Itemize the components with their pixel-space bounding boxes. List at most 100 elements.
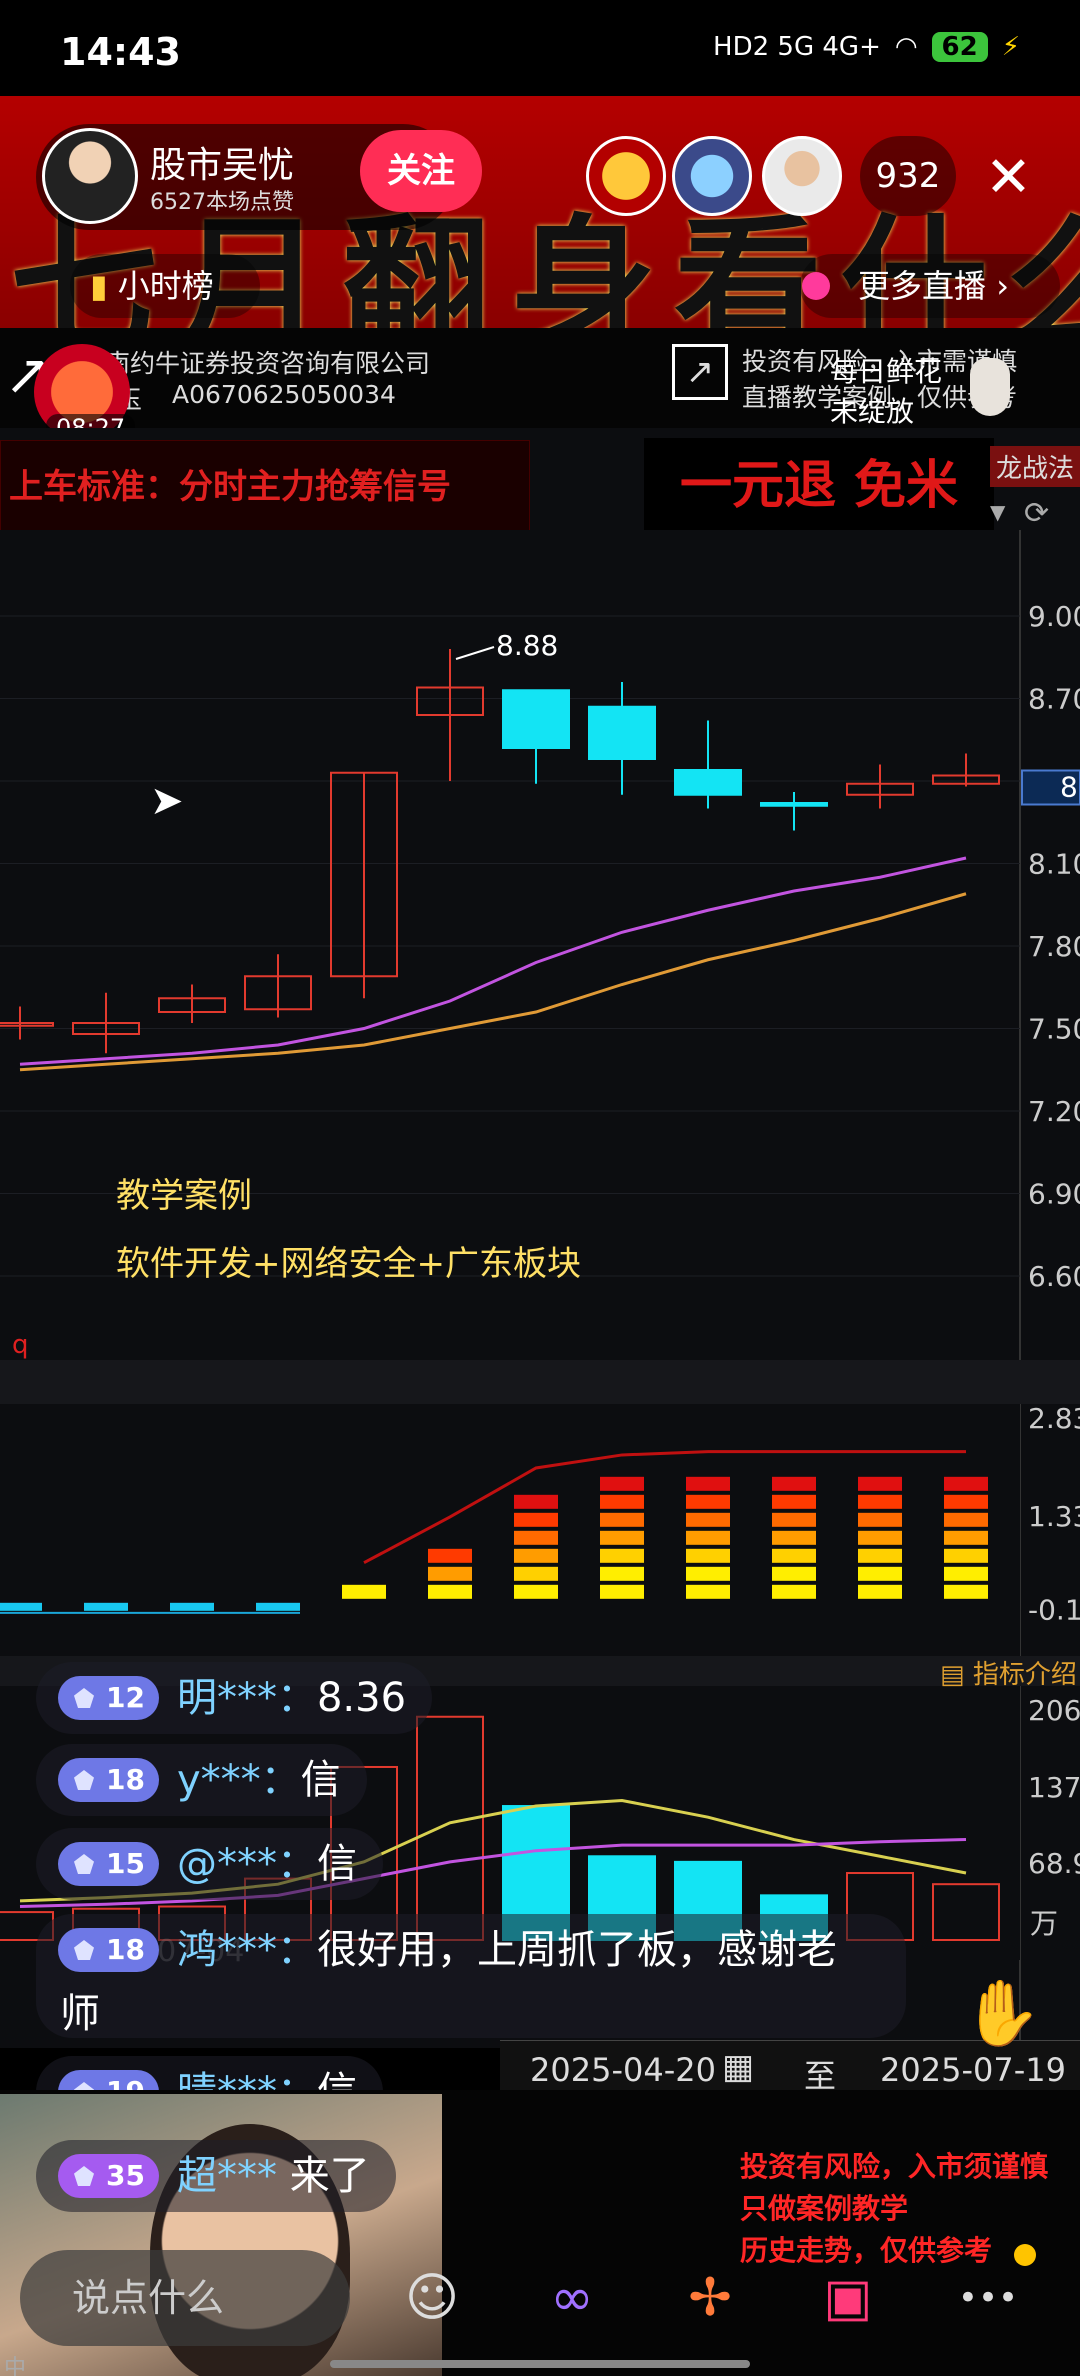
bottom-left-label: 中 [4, 2356, 27, 2376]
status-time: 14:43 [60, 30, 181, 74]
indicator-bar [858, 1512, 902, 1527]
dropdown-icon[interactable]: ▼ [990, 500, 1005, 524]
comment-item[interactable]: 15 @***：信 [36, 1828, 383, 1900]
comment-text: 信 [316, 1841, 357, 1887]
indicator-bar [686, 1476, 730, 1491]
calendar-icon[interactable]: ▦ [722, 2047, 754, 2087]
comment-separator [277, 2153, 290, 2199]
live-header: 七月翻身看什么 股市吴忧 6527本场点赞 关注 932 ✕ ▮ 小时榜 更多直… [0, 96, 1080, 328]
flower-title[interactable]: 每日鲜花 [830, 350, 942, 390]
indicator-bar [0, 1602, 42, 1611]
indicator-bar [600, 1512, 644, 1527]
teaching-title: 教学案例 [116, 1176, 252, 1216]
comment-item[interactable]: 12 明***：8.36 [36, 1662, 433, 1734]
notice-icon: ↗ [672, 344, 728, 400]
price-tick-label: 9.00 [1028, 600, 1080, 633]
candle-body [760, 802, 828, 807]
company-info-bar: ↗ 云南约牛证券投资咨询有限公司 德玉 A0670625050034 08:27… [0, 328, 1080, 442]
user-level-badge: 18 [58, 1928, 159, 1972]
refresh-icon[interactable]: ⟳ [1024, 496, 1049, 531]
comment-user[interactable]: 鸿*** [177, 1927, 277, 1973]
indicator-bar [858, 1530, 902, 1545]
flower-status: 未绽放 [830, 395, 915, 428]
volume-tick-label: 206 [1028, 1694, 1080, 1727]
balloon-icon [802, 272, 830, 300]
vase-icon [970, 358, 1010, 416]
link-icon[interactable]: ∞ [532, 2258, 612, 2338]
more-icon[interactable]: ••• [948, 2258, 1028, 2338]
follow-button[interactable]: 关注 [360, 130, 482, 212]
status-bar: 14:43 HD2 5G 4G+ ◠ 62 ⚡ [0, 0, 1080, 96]
price-tick-label: 7.50 [1028, 1013, 1080, 1046]
comment-user[interactable]: y*** [177, 1757, 261, 1803]
comment-text: 很好用，上周抓了板，感谢老 [316, 1927, 837, 1973]
candle-body [588, 705, 656, 760]
indicator-bar [170, 1602, 214, 1611]
user-level-badge: 18 [58, 1758, 159, 1802]
more-live-button[interactable]: 更多直播 › [800, 254, 1060, 318]
host-name: 股市吴忧 [150, 145, 295, 186]
comment-item[interactable]: 18 y***：信 [36, 1744, 367, 1816]
viewer-avatar-1[interactable] [586, 136, 666, 216]
comment-text: 信 [300, 1757, 341, 1803]
indicator-bar [944, 1494, 988, 1509]
indicator-bar [772, 1548, 816, 1563]
cursor-icon: ➤ [150, 778, 184, 824]
indicator-bar [600, 1530, 644, 1545]
indicator-bar [342, 1584, 386, 1599]
gift-icon[interactable]: ▣ [808, 2258, 888, 2338]
risk-line-1: 投资有风险，入市须谨慎 [740, 2150, 1049, 2183]
comment-separator: ： [276, 1841, 317, 1887]
company-name: 云南约牛证券投资咨询有限公司 [80, 349, 431, 378]
indicator-bar [686, 1566, 730, 1581]
host-avatar[interactable] [42, 128, 138, 224]
indicator-bar [686, 1512, 730, 1527]
indicator-bar [944, 1584, 988, 1599]
comment-item[interactable]: 18 鸿***：很好用，上周抓了板，感谢老 [36, 1914, 906, 2038]
comment-input[interactable]: 说点什么 [20, 2250, 350, 2346]
viewer-avatar-2[interactable] [672, 136, 752, 216]
indicator-bar [514, 1512, 558, 1527]
indicator-bar [428, 1584, 472, 1599]
signal-banner: 上车标准：分时主力抢筹信号 [0, 440, 530, 532]
status-icons: HD2 5G 4G+ ◠ 62 ⚡ [713, 32, 1020, 62]
date-from[interactable]: 2025-04-20 [530, 2051, 716, 2089]
peak-price-label: 8.88 [496, 629, 558, 662]
emoji-icon[interactable]: ☺ [392, 2258, 472, 2338]
indicator-bar [858, 1494, 902, 1509]
indicator-bar [686, 1584, 730, 1599]
comment-user[interactable]: 明*** [177, 1675, 277, 1721]
candle-body [502, 689, 570, 749]
volume-tick-label: 137 [1028, 1771, 1080, 1804]
risk-line-2: 只做案例教学 [740, 2192, 909, 2225]
comment-user[interactable]: 超*** [177, 2153, 277, 2199]
date-to[interactable]: 2025-07-19 [880, 2051, 1066, 2089]
indicator-bar [944, 1566, 988, 1581]
indicator-bar [256, 1602, 300, 1611]
method-tag[interactable]: 龙战法 [990, 446, 1080, 487]
indicator-bar [944, 1530, 988, 1545]
close-icon[interactable]: ✕ [985, 150, 1032, 206]
hourly-rank-button[interactable]: ▮ 小时榜 [70, 254, 260, 318]
chevron-right-icon: › [996, 267, 1009, 305]
price-tick-label: 6.90 [1028, 1178, 1080, 1211]
indicator-bar [772, 1530, 816, 1545]
indicator-bar [858, 1476, 902, 1491]
home-indicator[interactable] [330, 2360, 750, 2368]
indicator-bar [944, 1512, 988, 1527]
viewer-avatar-3[interactable] [762, 136, 842, 216]
pinwheel-icon[interactable]: ✢ [670, 2258, 750, 2338]
comment-separator: ： [276, 1675, 317, 1721]
viewer-count[interactable]: 932 [860, 136, 956, 216]
comment-item[interactable]: 35 超*** 来了 [36, 2140, 396, 2212]
current-price-tag: 8. [1060, 771, 1080, 804]
comment-user[interactable]: @*** [177, 1841, 277, 1887]
indicator-bar [514, 1530, 558, 1545]
price-tick-label: 7.80 [1028, 930, 1080, 963]
network-indicator: HD2 5G 4G+ [713, 32, 881, 62]
indicator-intro-button[interactable]: ▤ 指标介绍 [940, 1654, 1077, 1691]
corner-label: q [12, 1330, 29, 1360]
like-gesture-icon: ✋ [962, 1977, 1042, 2051]
volume-unit: 万 [1030, 1907, 1059, 1940]
hourly-rank-label: 小时榜 [117, 267, 214, 305]
